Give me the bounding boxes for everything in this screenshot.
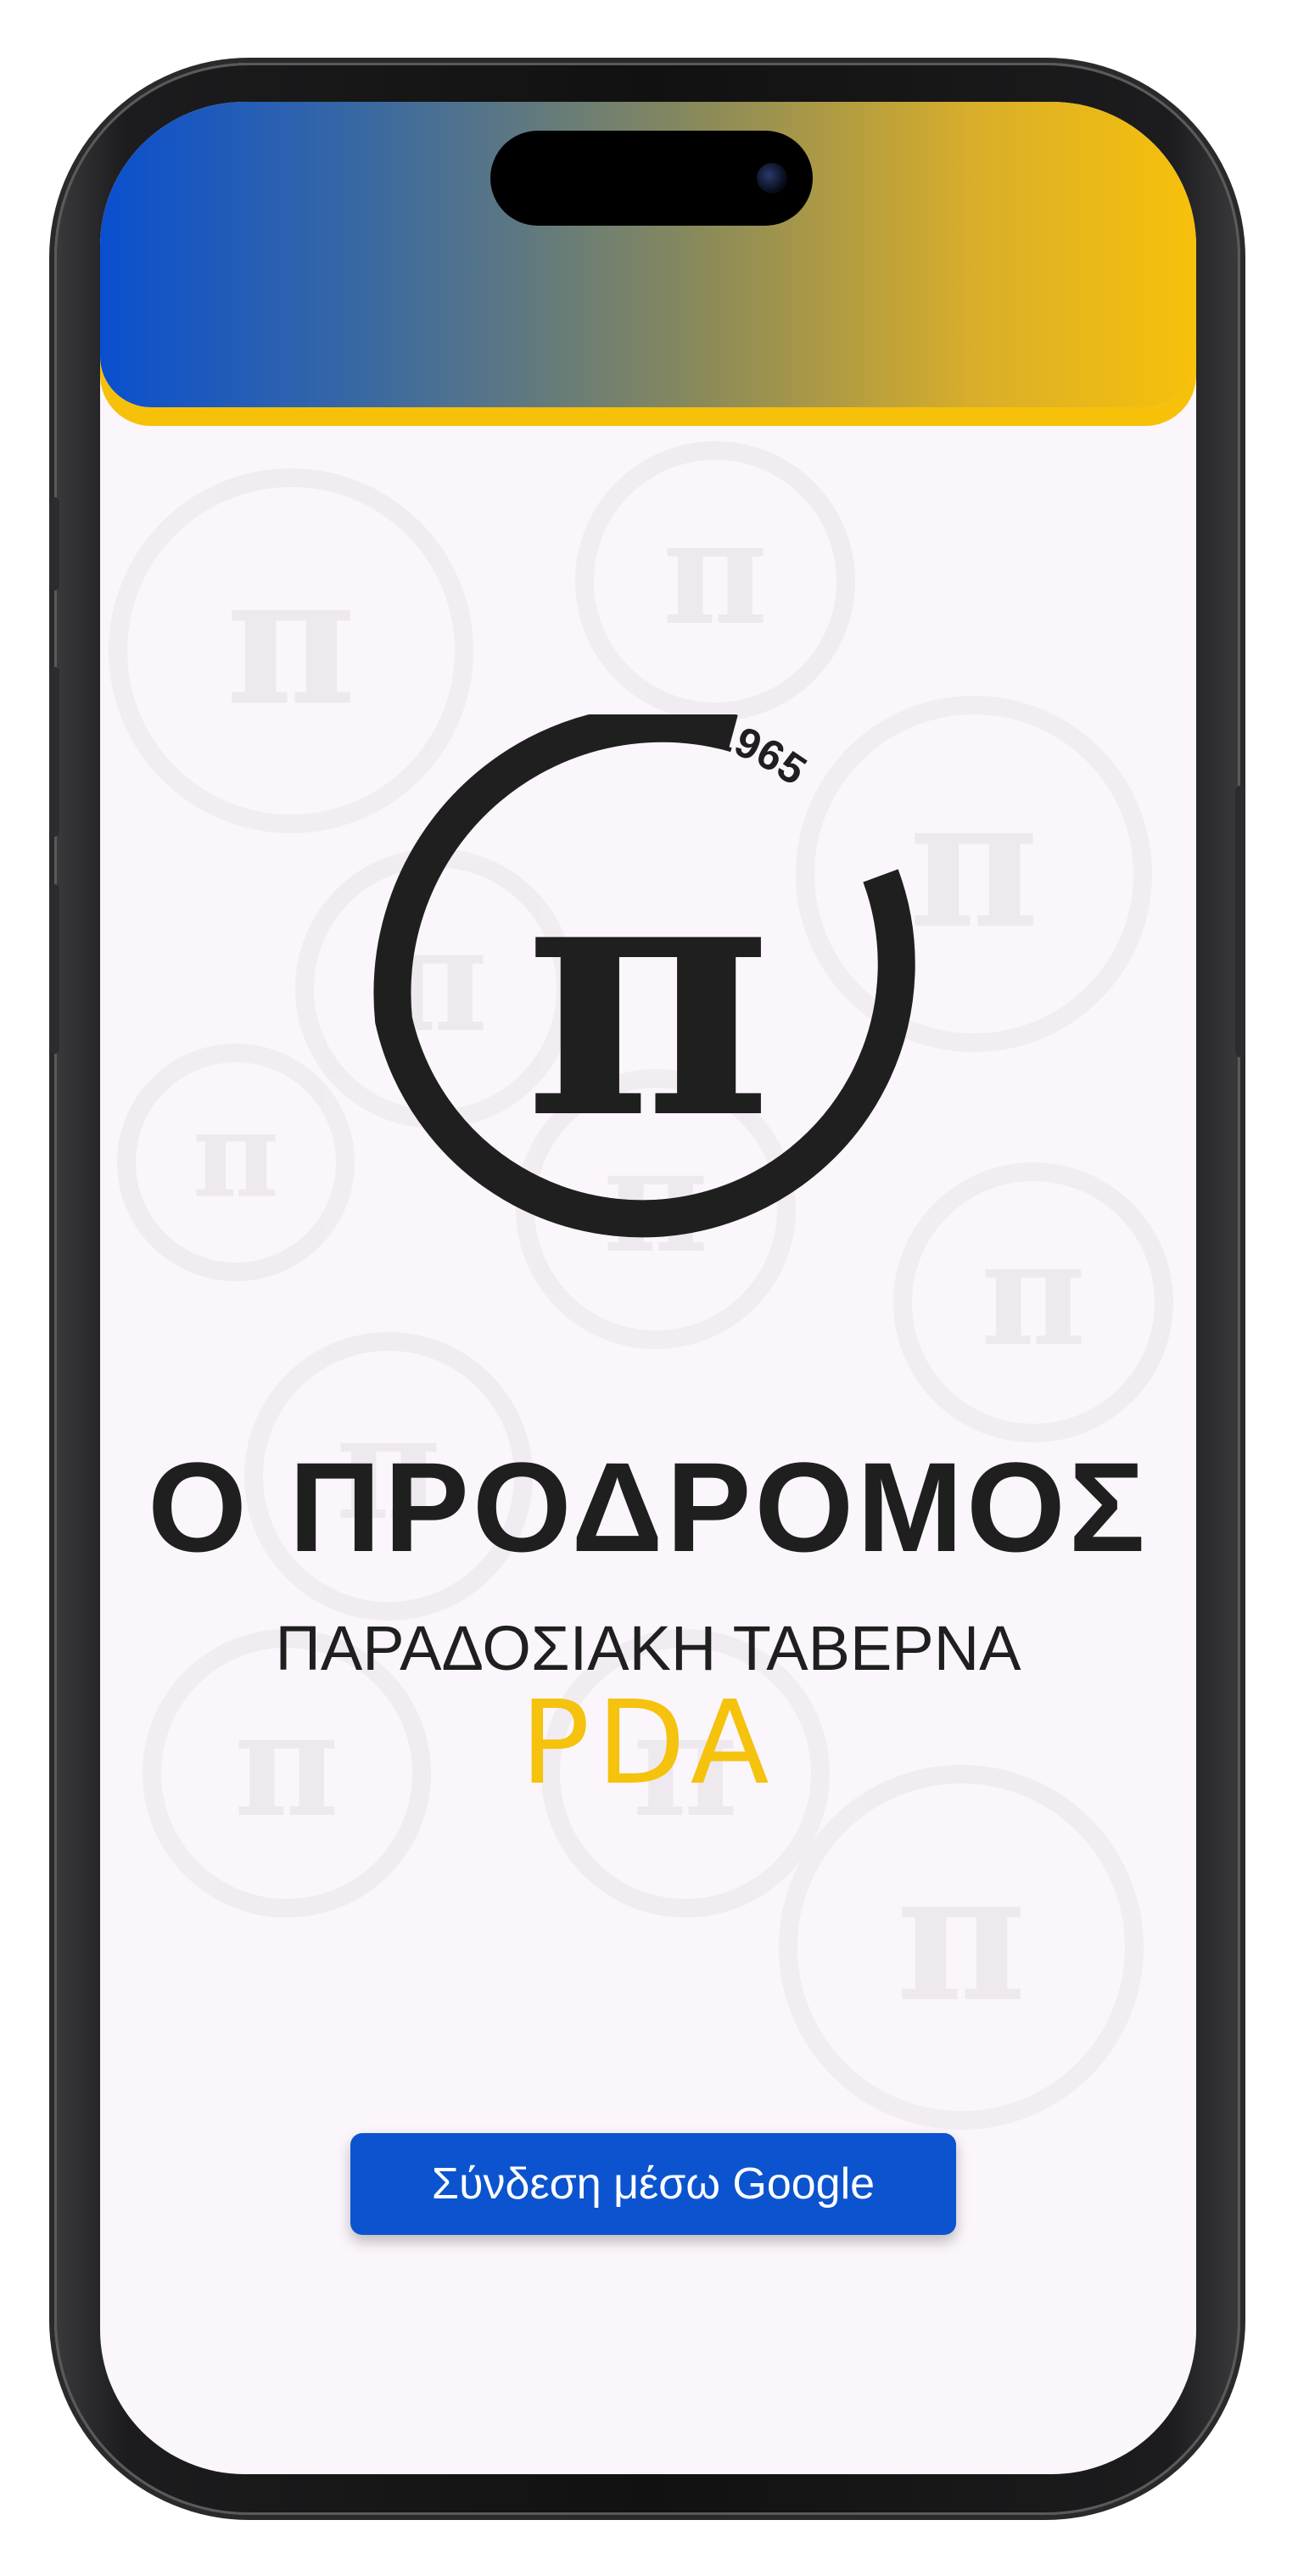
google-signin-label: Σύνδεση μέσω Google — [431, 2159, 876, 2209]
watermark-logo: π — [117, 1044, 355, 1281]
volume-down-button — [49, 884, 59, 1054]
app-tag: PDA — [520, 1677, 776, 1811]
app-screen: π π π π π π π π π π π 1965 π Ο ΠΡΟΔΡΟΜΟΣ… — [100, 102, 1196, 2474]
svg-text:1965: 1965 — [707, 714, 815, 794]
front-camera-icon — [757, 163, 787, 193]
restaurant-subtitle: ΠΑΡΑΔΟΣΙΑΚΗ ΤΑΒΕΡΝΑ — [275, 1613, 1021, 1683]
logo-pi-symbol: π — [524, 795, 773, 1194]
restaurant-name: Ο ΠΡΟΔΡΟΜΟΣ — [148, 1436, 1149, 1578]
watermark-logo: π — [575, 441, 855, 721]
power-button — [1235, 786, 1245, 1057]
action-button — [49, 497, 59, 591]
dynamic-island — [490, 131, 813, 226]
google-signin-button[interactable]: Σύνδεση μέσω Google — [350, 2133, 956, 2235]
logo-year: 1965 — [707, 714, 815, 794]
watermark-logo: π — [779, 1765, 1144, 2130]
volume-up-button — [49, 667, 59, 837]
prodromos-logo: 1965 π — [373, 714, 915, 1238]
